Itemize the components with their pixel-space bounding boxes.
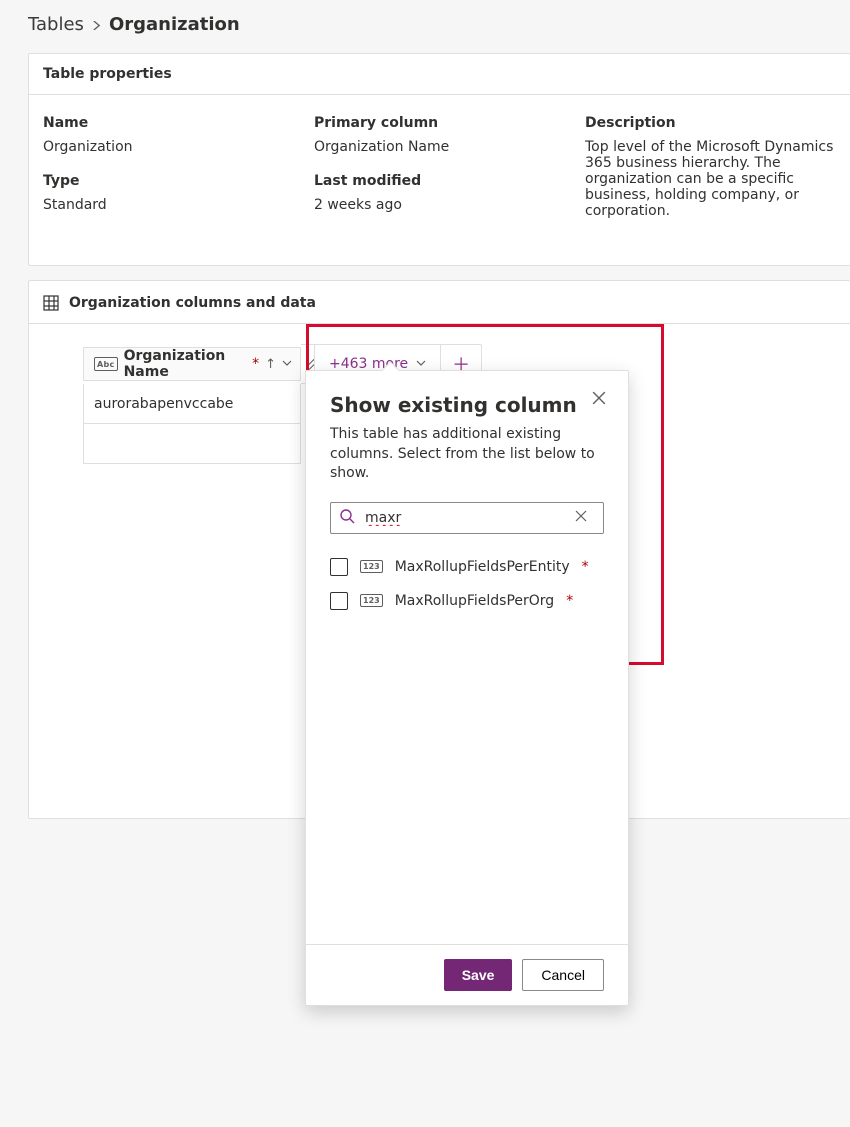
- prop-description-value: Top level of the Microsoft Dynamics 365 …: [585, 139, 836, 219]
- popover-subtitle: This table has additional existing colum…: [330, 425, 604, 484]
- column-header-label: Organization Name: [124, 348, 247, 380]
- required-asterisk: *: [582, 559, 589, 575]
- cancel-button[interactable]: Cancel: [522, 959, 604, 991]
- search-icon: [339, 508, 363, 528]
- column-search-input[interactable]: [330, 502, 604, 534]
- show-existing-column-popover: Show existing column This table has addi…: [305, 370, 629, 1006]
- breadcrumb-root[interactable]: Tables: [28, 14, 84, 35]
- clear-search-button[interactable]: [575, 510, 595, 526]
- prop-name-value: Organization: [43, 139, 294, 155]
- sort-ascending-icon: ↑: [265, 357, 276, 372]
- table-row-empty: [83, 424, 301, 464]
- column-option-label: MaxRollupFieldsPerEntity: [395, 559, 570, 575]
- prop-modified-label: Last modified: [314, 173, 565, 189]
- prop-description-label: Description: [585, 115, 836, 131]
- table-properties-card: Table properties Name Organization Type …: [28, 53, 850, 266]
- search-field[interactable]: [363, 509, 575, 527]
- text-type-icon: Abc: [94, 357, 118, 371]
- checkbox[interactable]: [330, 592, 348, 610]
- prop-primary-value: Organization Name: [314, 139, 565, 155]
- prop-modified-value: 2 weeks ago: [314, 197, 565, 213]
- column-option[interactable]: 123 MaxRollupFieldsPerOrg *: [330, 584, 604, 618]
- required-asterisk: *: [566, 593, 573, 609]
- prop-name-label: Name: [43, 115, 294, 131]
- checkbox[interactable]: [330, 558, 348, 576]
- column-option-label: MaxRollupFieldsPerOrg: [395, 593, 554, 609]
- prop-type-label: Type: [43, 173, 294, 189]
- required-asterisk: *: [252, 356, 259, 372]
- chevron-right-icon: [92, 14, 101, 35]
- column-option[interactable]: 123 MaxRollupFieldsPerEntity *: [330, 550, 604, 584]
- prop-primary-label: Primary column: [314, 115, 565, 131]
- number-type-icon: 123: [360, 560, 383, 573]
- column-header-organization-name[interactable]: Abc Organization Name * ↑: [83, 347, 301, 381]
- columns-section-title: Organization columns and data: [69, 295, 316, 311]
- cell-organization-name: aurorabapenvccabe: [94, 396, 233, 412]
- prop-type-value: Standard: [43, 197, 294, 213]
- number-type-icon: 123: [360, 594, 383, 607]
- card-title: Table properties: [29, 54, 850, 95]
- table-row[interactable]: aurorabapenvccabe: [83, 384, 301, 424]
- popover-title: Show existing column: [330, 393, 604, 417]
- breadcrumb-current: Organization: [109, 14, 240, 35]
- save-button[interactable]: Save: [444, 959, 513, 991]
- chevron-down-icon[interactable]: [282, 356, 292, 372]
- close-button[interactable]: [592, 391, 606, 409]
- grid-icon: [43, 295, 59, 311]
- breadcrumb: Tables Organization: [28, 14, 850, 35]
